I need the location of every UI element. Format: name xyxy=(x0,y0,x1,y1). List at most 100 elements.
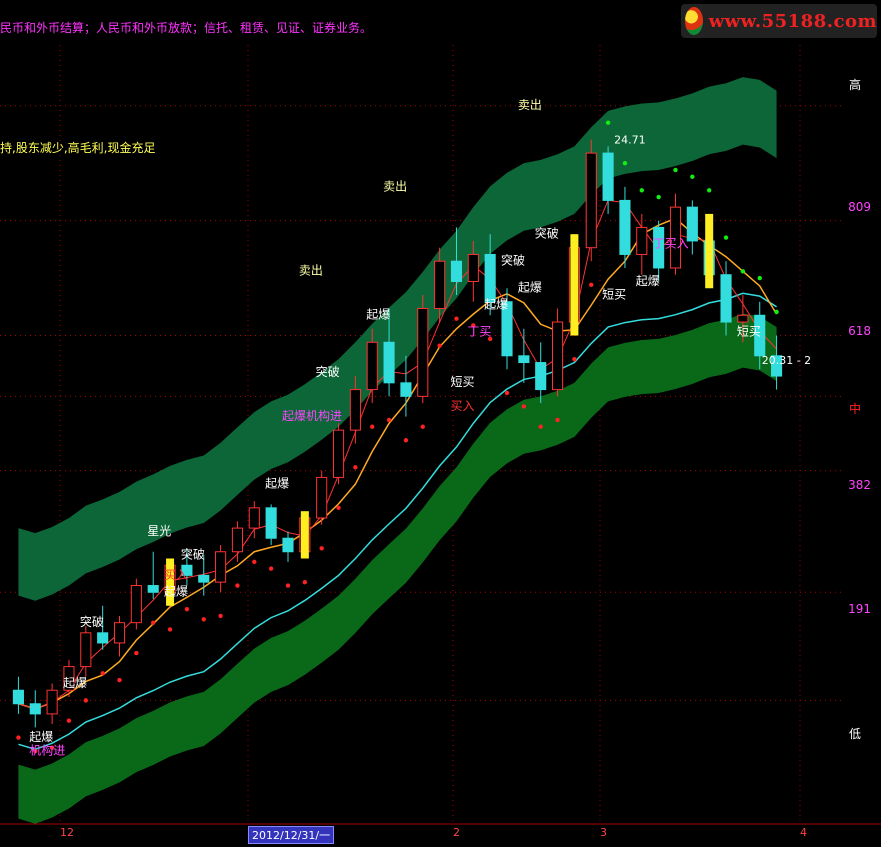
sar-dot xyxy=(723,235,729,240)
signal-label: 起爆 xyxy=(63,676,87,690)
candle-body xyxy=(636,226,648,255)
signal-label: 起爆机构进 xyxy=(282,408,342,423)
candle-body xyxy=(383,341,395,384)
candle-body xyxy=(130,585,142,624)
site-url: www.55188.com xyxy=(708,10,877,32)
sar-dot xyxy=(218,613,223,619)
sar-dot xyxy=(690,174,695,179)
candle-body xyxy=(619,199,631,255)
candle-body xyxy=(417,308,429,397)
sar-dot xyxy=(622,161,628,166)
sar-dot xyxy=(268,566,274,571)
candle-body xyxy=(12,689,24,705)
candle-body xyxy=(29,703,41,715)
candle-body xyxy=(467,253,479,282)
signal-label: 丁买入 xyxy=(653,237,689,251)
y-label-low: 低 xyxy=(848,727,861,741)
signal-label: 买入 xyxy=(450,399,474,413)
sar-dot xyxy=(403,438,409,443)
candle-body xyxy=(198,574,210,583)
signal-bar xyxy=(166,558,175,606)
candle-body xyxy=(147,585,159,593)
signal-label: 机构进 xyxy=(29,742,65,757)
signal-label: 短买 xyxy=(450,375,474,389)
sar-dot xyxy=(353,465,358,470)
signal-label: 起爆 xyxy=(636,274,660,288)
sar-dot xyxy=(16,735,21,740)
sar-dot xyxy=(386,417,392,423)
signal-label: 突破 xyxy=(501,253,525,268)
signal-label: 突破 xyxy=(535,226,559,241)
signal-label: 星光 xyxy=(147,524,171,538)
x-label-mar: 3 xyxy=(600,826,607,839)
signal-label: 起爆 xyxy=(484,298,508,312)
candle-body xyxy=(231,527,244,553)
candle-body xyxy=(737,314,749,323)
high-price-label: 24.71 xyxy=(614,134,646,147)
y-label-high: 高 xyxy=(848,78,861,92)
signal-label: 突破 xyxy=(181,546,205,561)
sar-dot xyxy=(673,167,678,173)
sar-dot xyxy=(454,316,459,321)
sar-dot xyxy=(504,390,510,396)
sar-dot xyxy=(521,404,527,409)
sar-dot xyxy=(235,583,240,588)
sar-dot xyxy=(555,417,560,423)
signal-label: 短买 xyxy=(737,325,761,339)
y-label-382: 382 xyxy=(848,478,871,492)
signal-label: 卖出 xyxy=(518,98,542,112)
sar-dot xyxy=(437,343,442,348)
business-scope-text: 民币和外币结算；人民币和外币放款；信托、租赁、见证、证券业务。 xyxy=(0,21,373,35)
y-label-809: 809 xyxy=(848,200,871,214)
signal-label: 卖出 xyxy=(299,264,323,278)
candle-body xyxy=(215,551,227,583)
sar-dot xyxy=(117,677,122,683)
sar-dot xyxy=(740,269,746,274)
candle-body xyxy=(552,321,564,391)
sar-dot xyxy=(370,424,375,429)
sar-dot xyxy=(639,188,644,193)
stock-chart-window: 起爆 机构进 起爆 突破 起爆 买入 突破 星光 起爆 起爆机构进 突破 卖出 起爆 卖出 短买 买入 丁买 起爆… xyxy=(0,0,881,847)
sar-dot xyxy=(774,309,779,315)
site-logo[interactable]: www.55188.com xyxy=(681,4,877,38)
candle-body xyxy=(518,355,530,364)
candle-body xyxy=(602,152,614,201)
candle-body xyxy=(282,537,294,553)
x-label-dec: 12 xyxy=(60,826,74,839)
mid-moving-average xyxy=(18,217,778,710)
candle-body xyxy=(316,476,328,519)
lower-channel-band xyxy=(18,313,777,824)
sar-dot xyxy=(66,718,72,723)
sar-dot xyxy=(538,424,543,429)
signal-bar xyxy=(570,234,579,336)
x-label-cursor-date: 2012/12/31/一 xyxy=(248,826,335,844)
sar-dot xyxy=(134,650,139,656)
sar-dot xyxy=(319,546,324,551)
signal-label: 起爆 xyxy=(518,281,542,295)
x-label-feb: 2 xyxy=(453,826,460,839)
sar-dot xyxy=(201,617,206,622)
sar-dot xyxy=(706,188,712,193)
last-price-label: 20.31 - 2 xyxy=(762,354,811,367)
sar-dot xyxy=(285,583,291,588)
signal-bar xyxy=(300,511,309,559)
sar-dot xyxy=(420,424,425,429)
signal-label: 买入 xyxy=(164,568,188,582)
candle-body xyxy=(113,622,126,644)
y-label-mid: 中 xyxy=(848,402,861,416)
sar-dot xyxy=(572,356,577,362)
sar-dot xyxy=(656,194,661,200)
sar-dot xyxy=(83,698,89,703)
candle-body xyxy=(434,260,446,310)
signal-label: 起爆 xyxy=(29,730,53,744)
sar-dot xyxy=(605,120,611,125)
candle-body xyxy=(450,260,463,282)
candle-body xyxy=(484,253,496,303)
fundamentals-note: 持,股东减少,高毛利,现金充足 xyxy=(0,141,156,155)
signal-label: 突破 xyxy=(80,614,104,629)
sar-dot xyxy=(184,606,190,612)
sar-dot xyxy=(302,579,308,585)
signal-label: 突破 xyxy=(316,364,340,379)
candle-body xyxy=(349,389,361,431)
sar-dot xyxy=(757,275,762,281)
